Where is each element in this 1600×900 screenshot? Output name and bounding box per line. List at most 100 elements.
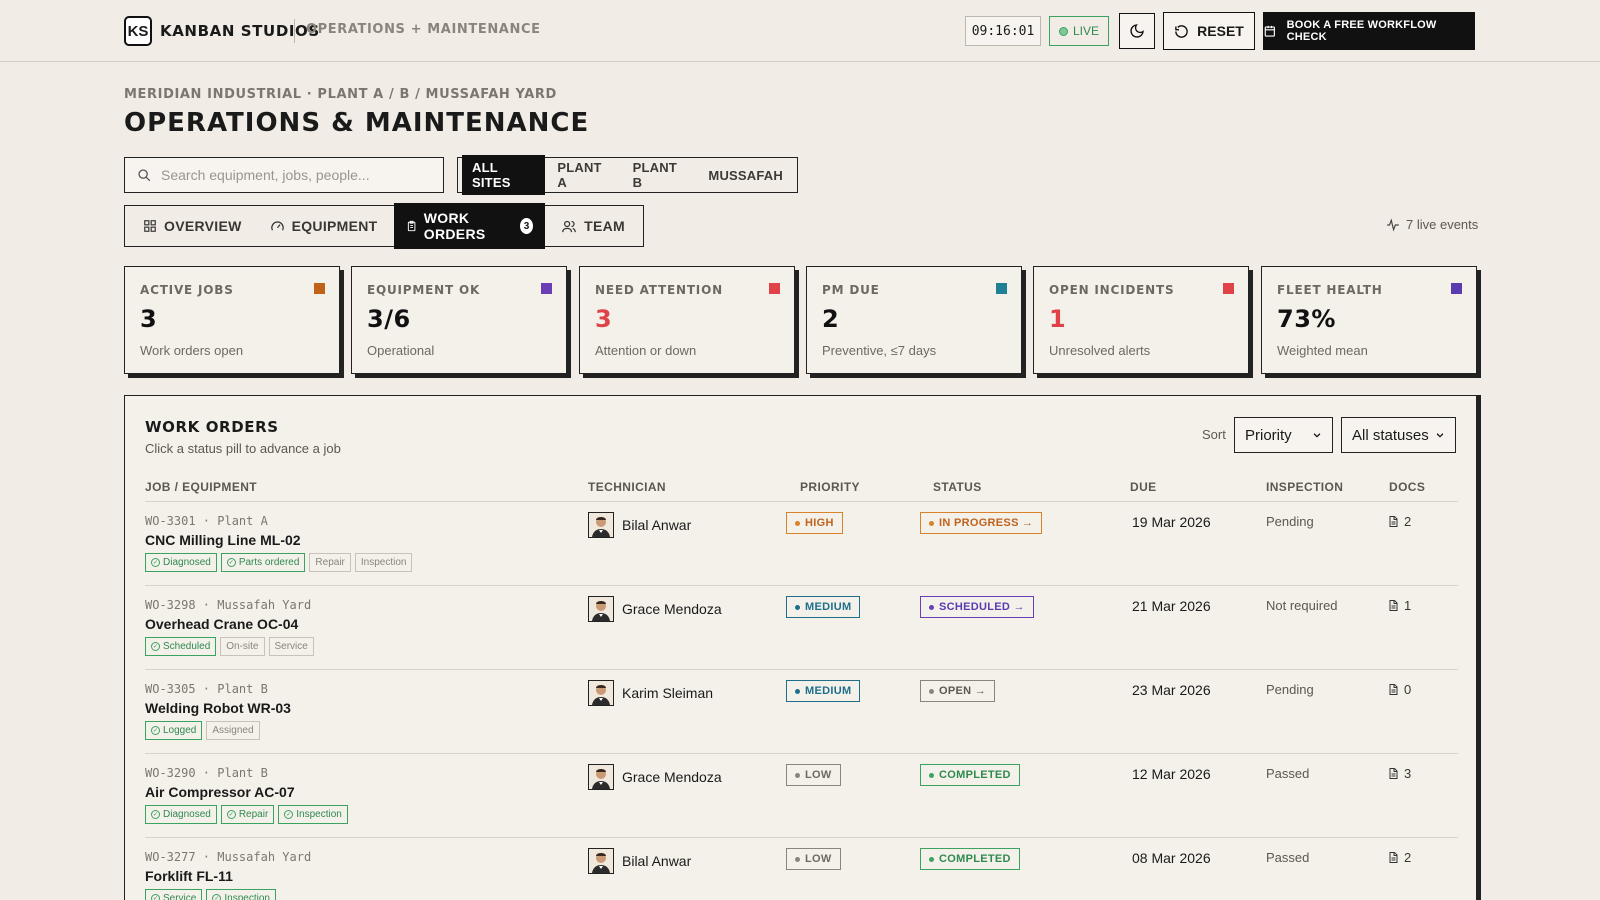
check-circle-icon: ✓ <box>284 810 294 819</box>
priority-label: HIGH <box>805 517 834 529</box>
job-name[interactable]: Welding Robot WR-03 <box>145 700 291 716</box>
status-pill[interactable]: IN PROGRESS → <box>920 512 1043 534</box>
document-icon <box>1389 516 1398 527</box>
job-name[interactable]: Air Compressor AC-07 <box>145 784 295 800</box>
col-header-job: JOB / EQUIPMENT <box>145 480 258 494</box>
priority-label: MEDIUM <box>805 601 852 613</box>
stat-sub: Work orders open <box>140 343 244 358</box>
stat-color-marker <box>769 283 780 294</box>
docs-count: 0 <box>1404 682 1412 697</box>
avatar <box>588 512 614 538</box>
inspection-status: Passed <box>1266 850 1310 865</box>
priority-dot-icon <box>795 856 800 862</box>
document-icon <box>1389 600 1398 611</box>
priority-dot-icon <box>795 688 800 694</box>
due-date: 12 Mar 2026 <box>1132 766 1211 782</box>
priority-badge: LOW <box>786 764 841 786</box>
site-plant-b-button[interactable]: PLANT B <box>623 155 697 195</box>
priority-label: LOW <box>805 769 832 781</box>
table-row[interactable]: WO-3298 · Mussafah Yard Overhead Crane OC… <box>145 585 1458 669</box>
table-row[interactable]: WO-3305 · Plant B Welding Robot WR-03 ✓ Log… <box>145 669 1458 753</box>
technician: Karim Sleiman <box>588 680 713 706</box>
live-indicator: LIVE <box>1049 16 1109 46</box>
tab-equipment[interactable]: EQUIPMENT <box>258 211 390 241</box>
stat-value: 2 <box>822 305 840 333</box>
check-circle-icon: ✓ <box>226 558 236 567</box>
search-input[interactable] <box>161 167 431 183</box>
docs-link[interactable]: 0 <box>1387 682 1411 697</box>
docs-count: 3 <box>1404 766 1412 781</box>
technician-name: Grace Mendoza <box>622 601 722 617</box>
status-label: COMPLETED <box>939 853 1011 865</box>
status-label: IN PROGRESS → <box>939 517 1034 529</box>
table-row[interactable]: WO-3301 · Plant A CNC Milling Line ML-02 ✓… <box>145 501 1458 585</box>
reset-icon <box>1175 24 1188 38</box>
job-tags: ✓ Scheduled On-site Service <box>145 637 314 656</box>
docs-link[interactable]: 2 <box>1387 850 1411 865</box>
inspection-status: Not required <box>1266 598 1338 613</box>
brand-section: OPERATIONS + MAINTENANCE <box>306 22 541 37</box>
live-dot-icon <box>1058 26 1068 36</box>
table-row[interactable]: WO-3277 · Mussafah Yard Forklift FL-11 ✓ Se… <box>145 837 1458 900</box>
technician: Grace Mendoza <box>588 596 722 622</box>
job-tags: ✓ Diagnosed ✓ Parts ordered Repair Inspection <box>145 553 413 572</box>
status-filter-select[interactable]: All statuses <box>1341 417 1456 453</box>
status-pill[interactable]: COMPLETED <box>920 848 1020 870</box>
status-pill[interactable]: OPEN → <box>920 680 996 702</box>
breadcrumb: MERIDIAN INDUSTRIAL · PLANT A / B / MUSS… <box>124 87 557 102</box>
check-circle-icon: ✓ <box>151 726 160 735</box>
status-pill[interactable]: SCHEDULED → <box>920 596 1034 618</box>
job-id: WO-3305 · Plant B <box>145 682 268 696</box>
site-mussafah-button[interactable]: MUSSAFAH <box>698 163 793 188</box>
progress-tag: ✓ Repair <box>220 805 275 824</box>
site-plant-a-button[interactable]: PLANT A <box>547 155 620 195</box>
docs-link[interactable]: 2 <box>1387 514 1411 529</box>
tab-overview[interactable]: OVERVIEW <box>131 211 254 241</box>
reset-button[interactable]: RESET <box>1163 12 1255 50</box>
stat-card: ACTIVE JOBS 3 Work orders open <box>124 266 340 374</box>
technician: Bilal Anwar <box>588 848 691 874</box>
docs-link[interactable]: 3 <box>1387 766 1411 781</box>
progress-tag-label: Diagnosed <box>163 809 211 820</box>
stat-color-marker <box>314 283 325 294</box>
stat-label: NEED ATTENTION <box>595 283 723 297</box>
docs-link[interactable]: 1 <box>1387 598 1411 613</box>
users-icon <box>562 220 576 232</box>
stat-label: FLEET HEALTH <box>1277 283 1383 297</box>
progress-tag: ✓ Diagnosed <box>145 805 217 824</box>
table-row[interactable]: WO-3290 · Plant B Air Compressor AC-07 ✓ Di… <box>145 753 1458 837</box>
progress-tag: Inspection <box>354 553 413 572</box>
tab-work-orders[interactable]: WORK ORDERS 3 <box>393 203 546 249</box>
stat-card: OPEN INCIDENTS 1 Unresolved alerts <box>1033 266 1249 374</box>
stat-sub: Weighted mean <box>1277 343 1368 358</box>
sort-select[interactable]: Priority <box>1234 417 1333 453</box>
document-icon <box>1389 852 1398 863</box>
docs-count: 1 <box>1404 598 1412 613</box>
theme-toggle-button[interactable] <box>1119 13 1155 49</box>
status-pill[interactable]: COMPLETED <box>920 764 1020 786</box>
stat-card: PM DUE 2 Preventive, ≤7 days <box>806 266 1022 374</box>
tab-team[interactable]: TEAM <box>549 211 637 241</box>
job-name[interactable]: Overhead Crane OC-04 <box>145 616 298 632</box>
status-dot-icon <box>929 688 934 694</box>
col-header-status: STATUS <box>933 480 982 494</box>
progress-tag: ✓ Inspection <box>206 889 276 900</box>
book-workflow-check-button[interactable]: BOOK A FREE WORKFLOW CHECK <box>1263 12 1475 50</box>
status-dot-icon <box>929 604 934 610</box>
check-circle-icon: ✓ <box>212 894 222 900</box>
job-name[interactable]: Forklift FL-11 <box>145 868 233 884</box>
job-name[interactable]: CNC Milling Line ML-02 <box>145 532 301 548</box>
status-filter-value: All statuses <box>1352 426 1429 444</box>
brand-logo[interactable]: KS <box>124 16 152 46</box>
stat-card: FLEET HEALTH 73% Weighted mean <box>1261 266 1477 374</box>
site-all-button[interactable]: ALL SITES <box>462 155 546 195</box>
progress-tag-label: Diagnosed <box>163 557 211 568</box>
priority-dot-icon <box>795 772 800 778</box>
job-id: WO-3301 · Plant A <box>145 514 268 528</box>
work-orders-subtitle: Click a status pill to advance a job <box>145 441 341 456</box>
progress-tag-label: Inspection <box>224 893 270 900</box>
progress-tag-label: Parts ordered <box>238 557 300 568</box>
live-label: LIVE <box>1072 24 1099 38</box>
job-id: WO-3277 · Mussafah Yard <box>145 850 312 864</box>
stat-label: ACTIVE JOBS <box>140 283 234 297</box>
